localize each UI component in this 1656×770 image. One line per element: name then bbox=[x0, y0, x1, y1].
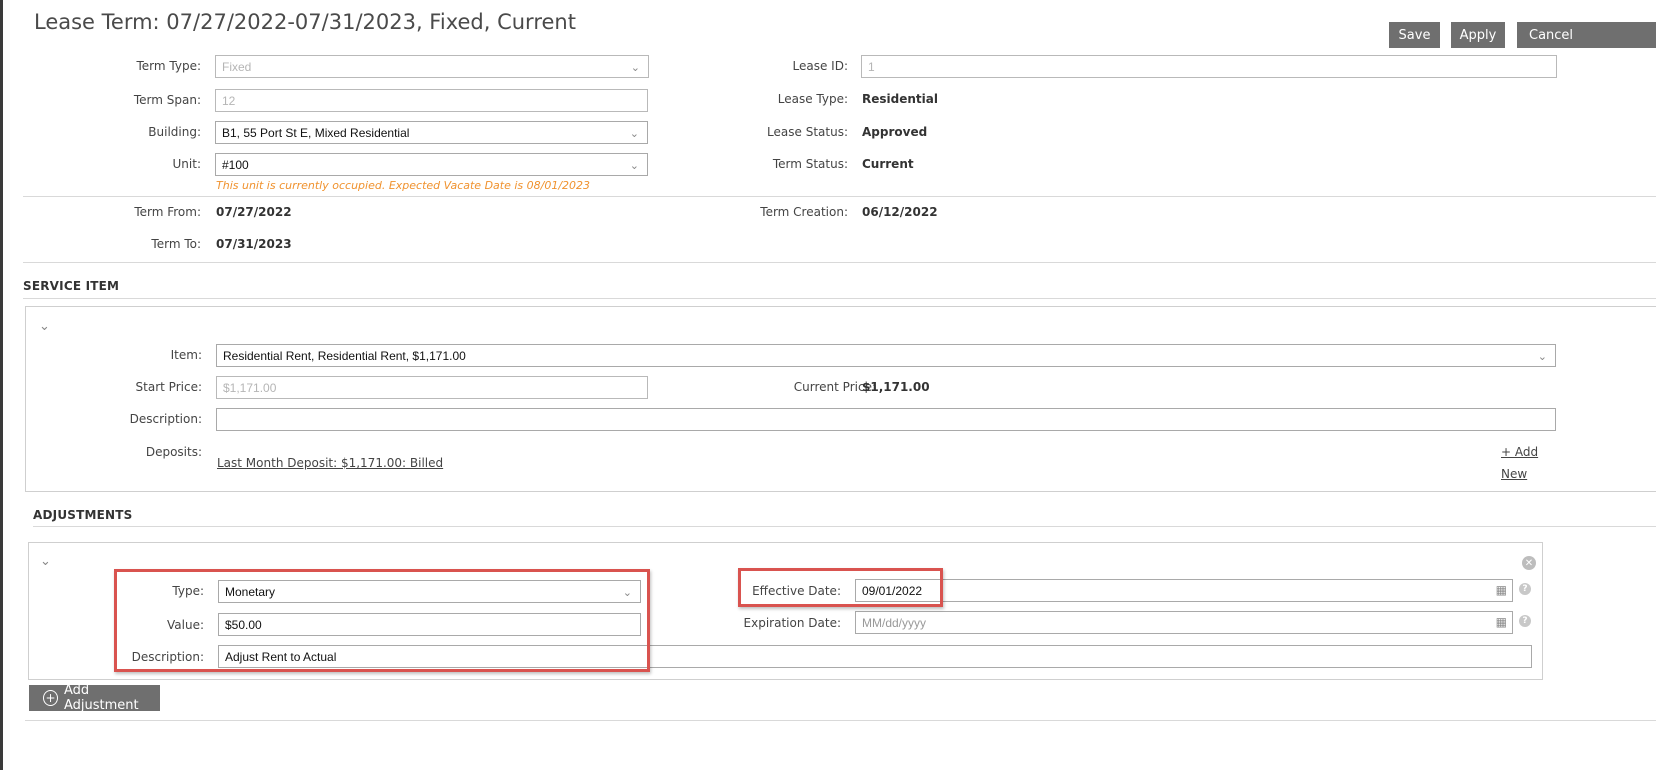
help-icon[interactable]: ? bbox=[1519, 615, 1531, 627]
term-span-input[interactable]: 12 bbox=[215, 89, 648, 112]
expiration-date-input[interactable]: MM/dd/yyyy ▦ bbox=[855, 611, 1513, 634]
start-price-input[interactable]: $1,171.00 bbox=[216, 376, 648, 399]
chevron-down-icon: ⌄ bbox=[629, 128, 639, 140]
deposit-link[interactable]: Last Month Deposit: $1,171.00: Billed bbox=[217, 456, 443, 470]
term-status-label: Term Status: bbox=[772, 157, 848, 171]
current-price-value: $1,171.00 bbox=[862, 380, 930, 394]
expiration-date-placeholder: MM/dd/yyyy bbox=[862, 615, 927, 630]
building-value: B1, 55 Port St E, Mixed Residential bbox=[222, 125, 410, 140]
term-status-value: Current bbox=[862, 157, 914, 171]
chevron-down-icon: ⌄ bbox=[630, 62, 640, 74]
term-span-label: Term Span: bbox=[133, 93, 201, 107]
expiration-date-label: Expiration Date: bbox=[743, 616, 841, 630]
remove-circle-icon[interactable]: ✕ bbox=[1522, 556, 1536, 570]
lease-status-value: Approved bbox=[862, 125, 928, 139]
unit-value: #100 bbox=[222, 157, 249, 172]
apply-button[interactable]: Apply bbox=[1451, 22, 1505, 48]
effective-date-input[interactable]: 09/01/2022 ▦ bbox=[855, 579, 1513, 602]
chevron-down-icon: ⌄ bbox=[629, 160, 639, 172]
plus-circle-icon: + bbox=[43, 690, 58, 706]
building-label: Building: bbox=[148, 125, 201, 139]
left-edge-bar bbox=[0, 0, 3, 770]
divider bbox=[33, 526, 1656, 527]
service-item-heading: SERVICE ITEM bbox=[23, 279, 120, 293]
term-to-label: Term To: bbox=[151, 237, 201, 251]
add-adjustment-label: Add Adjustment bbox=[63, 683, 139, 713]
lease-type-label: Lease Type: bbox=[777, 92, 848, 106]
description-label: Description: bbox=[129, 412, 202, 426]
lease-type-value: Residential bbox=[862, 92, 938, 106]
lease-id-value: 1 bbox=[868, 59, 875, 74]
highlight-box-effective-date bbox=[738, 568, 943, 607]
term-creation-value: 06/12/2022 bbox=[862, 205, 938, 219]
start-price-value: $1,171.00 bbox=[223, 380, 277, 395]
lease-id-label: Lease ID: bbox=[792, 59, 848, 73]
add-new-link-line2[interactable]: New bbox=[1501, 467, 1527, 481]
cancel-button[interactable]: Cancel bbox=[1517, 22, 1656, 48]
unit-warning: This unit is currently occupied. Expecte… bbox=[216, 179, 591, 192]
term-to-value: 07/31/2023 bbox=[216, 237, 292, 251]
item-value: Residential Rent, Residential Rent, $1,1… bbox=[223, 348, 466, 363]
add-adjustment-button[interactable]: + Add Adjustment bbox=[29, 683, 160, 713]
term-type-label: Term Type: bbox=[136, 59, 201, 73]
divider bbox=[23, 298, 1656, 299]
chevron-down-icon[interactable]: ⌄ bbox=[40, 553, 51, 569]
building-select[interactable]: B1, 55 Port St E, Mixed Residential ⌄ bbox=[215, 121, 648, 144]
description-input[interactable] bbox=[216, 408, 1556, 431]
item-select[interactable]: Residential Rent, Residential Rent, $1,1… bbox=[216, 344, 1556, 367]
term-type-value: Fixed bbox=[222, 59, 252, 74]
lease-id-input[interactable]: 1 bbox=[861, 55, 1557, 78]
save-button[interactable]: Save bbox=[1389, 22, 1440, 48]
divider bbox=[23, 196, 1656, 197]
item-label: Item: bbox=[170, 348, 202, 362]
term-creation-label: Term Creation: bbox=[760, 205, 848, 219]
chevron-down-icon: ⌄ bbox=[1537, 351, 1547, 363]
term-type-select[interactable]: Fixed ⌄ bbox=[215, 55, 649, 78]
lease-status-label: Lease Status: bbox=[767, 125, 848, 139]
divider bbox=[23, 262, 1656, 263]
divider bbox=[25, 720, 1656, 721]
unit-select[interactable]: #100 ⌄ bbox=[215, 153, 648, 176]
highlight-box-type-value-description bbox=[114, 569, 650, 672]
term-from-label: Term From: bbox=[134, 205, 201, 219]
add-new-link[interactable]: + Add bbox=[1501, 445, 1538, 459]
unit-label: Unit: bbox=[172, 157, 201, 171]
term-from-value: 07/27/2022 bbox=[216, 205, 292, 219]
page-title: Lease Term: 07/27/2022-07/31/2023, Fixed… bbox=[34, 10, 576, 34]
term-span-value: 12 bbox=[222, 93, 236, 108]
calendar-icon[interactable]: ▦ bbox=[1496, 615, 1507, 629]
deposits-label: Deposits: bbox=[145, 445, 202, 459]
chevron-down-icon[interactable]: ⌄ bbox=[39, 318, 50, 334]
help-icon[interactable]: ? bbox=[1519, 583, 1531, 595]
adjustments-heading: ADJUSTMENTS bbox=[33, 508, 133, 522]
calendar-icon[interactable]: ▦ bbox=[1496, 583, 1507, 597]
start-price-label: Start Price: bbox=[135, 380, 202, 394]
